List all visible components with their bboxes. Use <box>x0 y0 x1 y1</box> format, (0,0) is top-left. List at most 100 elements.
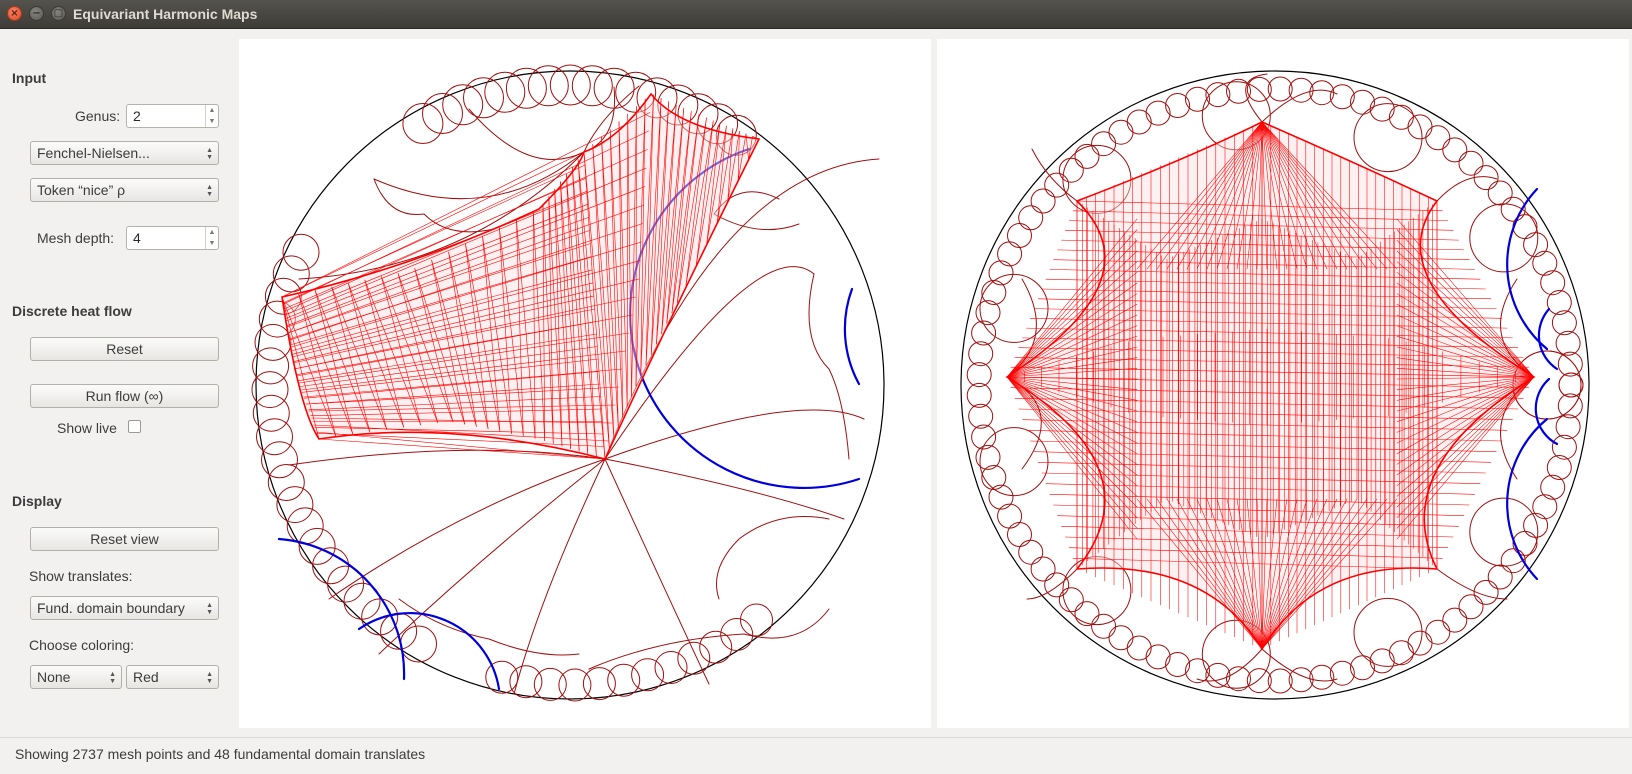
scallop-arc <box>678 642 710 674</box>
coloring-right-combo[interactable]: Red ▲▼ <box>126 665 219 689</box>
scallop-arc <box>381 613 417 649</box>
show-translates-label: Show translates: <box>29 568 133 584</box>
scallop-arc <box>486 661 518 693</box>
scallop-arc <box>1488 565 1512 589</box>
scallop-arc <box>1488 181 1512 205</box>
heat-flow-heading: Discrete heat flow <box>12 303 132 319</box>
scallop-arc <box>980 428 1048 496</box>
show-live-checkbox[interactable] <box>128 420 141 433</box>
coloring-left-value: None <box>37 666 70 688</box>
scallop-arc <box>1075 144 1099 168</box>
coordinates-combo[interactable]: Fenchel-Nielsen... ▲▼ <box>30 141 219 165</box>
scallop-arc <box>262 442 298 478</box>
image-disk-view[interactable] <box>937 39 1629 728</box>
mesh-depth-value: 4 <box>133 230 141 246</box>
genus-label: Genus: <box>75 108 120 124</box>
scallop-arc <box>655 652 687 684</box>
scallop-arc <box>1019 206 1043 230</box>
scallop-arc <box>1556 415 1580 439</box>
scallop-arc <box>1031 189 1055 213</box>
maximize-window-icon[interactable]: □ <box>51 6 66 21</box>
scallop-arc <box>1443 608 1467 632</box>
scallop-arc <box>1045 173 1069 197</box>
scallop-arc <box>1459 151 1483 175</box>
scallop-arc <box>1310 81 1334 105</box>
scallop-arc <box>1146 645 1170 669</box>
scallop-arc <box>741 604 773 636</box>
scallop-arc <box>1146 101 1170 125</box>
coloring-left-combo[interactable]: None ▲▼ <box>30 665 122 689</box>
scallop-arc <box>1426 620 1450 644</box>
domain-disk-view[interactable] <box>239 39 931 728</box>
reset-button[interactable]: Reset <box>30 337 219 361</box>
image-disk-svg[interactable] <box>937 39 1629 728</box>
scallop-arc <box>1474 166 1498 190</box>
genus-spinbox[interactable]: 2 ▲▼ <box>126 104 219 128</box>
close-window-icon[interactable]: × <box>7 6 22 21</box>
scallop-arc <box>253 348 289 384</box>
scallop-arc <box>1019 540 1043 564</box>
scallop-arc <box>1354 598 1422 666</box>
scallop-arc <box>287 508 323 544</box>
scallop-arc <box>998 504 1022 528</box>
show-live-label: Show live <box>57 420 117 436</box>
scallop-arc <box>510 666 542 698</box>
scallop-arc <box>1513 531 1537 555</box>
scallop-arc <box>1552 311 1576 335</box>
scallop-arc <box>998 242 1022 266</box>
scallop-arc <box>1247 77 1271 101</box>
scallop-arc <box>1166 653 1190 677</box>
scallop-arc <box>1008 523 1032 547</box>
scallop-arc <box>969 342 993 366</box>
coloring-right-value: Red <box>133 666 159 688</box>
combo-arrows-icon: ▲▼ <box>206 602 213 616</box>
scallop-arc <box>1389 105 1413 129</box>
scallop-arc <box>257 419 293 455</box>
title-bar: × − □ Equivariant Harmonic Maps <box>0 0 1632 29</box>
domain-disk-svg[interactable] <box>239 39 931 728</box>
input-heading: Input <box>12 70 46 86</box>
translates-combo-value: Fund. domain boundary <box>37 597 185 619</box>
combo-arrows-icon: ▲▼ <box>206 671 213 685</box>
run-flow-button[interactable]: Run flow (∞) <box>30 384 219 408</box>
scallop-arc <box>1268 669 1292 693</box>
scallop-arc <box>1459 595 1483 619</box>
status-text: Showing 2737 mesh points and 48 fundamen… <box>15 746 425 762</box>
combo-arrows-icon: ▲▼ <box>206 184 213 198</box>
scallop-arc <box>252 372 288 408</box>
choose-coloring-label: Choose coloring: <box>29 637 134 653</box>
scallop-arc <box>1389 641 1413 665</box>
scallop-arc <box>1533 495 1557 519</box>
rho-combo-value: Token “nice” ρ <box>37 179 125 201</box>
scallop-arc <box>1247 669 1271 693</box>
scallop-arc <box>1330 661 1354 685</box>
coordinates-combo-value: Fenchel-Nielsen... <box>37 142 150 164</box>
scallop-arc <box>268 465 304 501</box>
scallop-arc <box>1045 573 1069 597</box>
translates-combo[interactable]: Fund. domain boundary ▲▼ <box>30 596 219 620</box>
scallop-arc <box>969 404 993 428</box>
scallop-arc <box>1559 373 1583 397</box>
scallop-arc <box>608 664 640 696</box>
scallop-arc <box>976 445 1000 469</box>
scallop-arc <box>982 281 1006 305</box>
scallop-arc <box>1310 665 1334 689</box>
minimize-window-icon[interactable]: − <box>29 6 44 21</box>
combo-arrows-icon: ▲▼ <box>206 147 213 161</box>
scallop-arc <box>1370 649 1394 673</box>
scallop-arc <box>1109 120 1133 144</box>
status-bar: Showing 2737 mesh points and 48 fundamen… <box>0 737 1632 774</box>
scallop-arc <box>1541 475 1565 499</box>
spin-arrows-icon[interactable]: ▲▼ <box>205 227 218 249</box>
scallop-arc <box>1227 79 1251 103</box>
scallop-arc <box>1075 602 1099 626</box>
genus-value: 2 <box>133 108 141 124</box>
mesh-depth-spinbox[interactable]: 4 ▲▼ <box>126 226 219 250</box>
scallop-arc <box>1268 77 1292 101</box>
spin-arrows-icon[interactable]: ▲▼ <box>205 105 218 127</box>
combo-arrows-icon: ▲▼ <box>109 671 116 685</box>
scallop-arc <box>1127 636 1151 660</box>
reset-view-button[interactable]: Reset view <box>30 527 219 551</box>
scallop-arc <box>443 85 483 125</box>
rho-combo[interactable]: Token “nice” ρ ▲▼ <box>30 178 219 202</box>
